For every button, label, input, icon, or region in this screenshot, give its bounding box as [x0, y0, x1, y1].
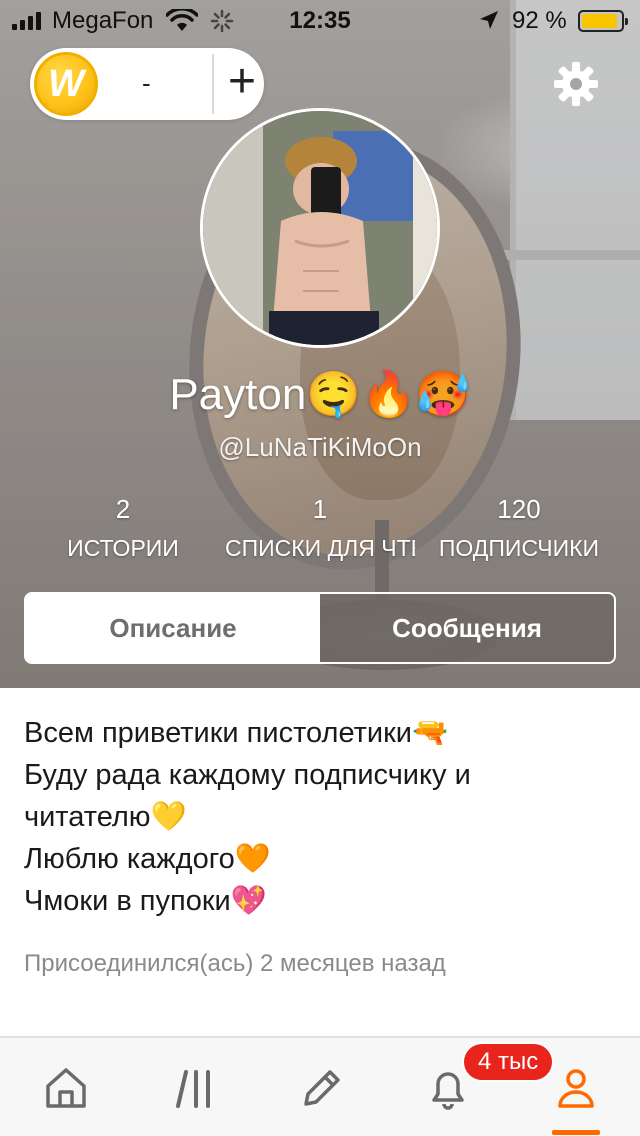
- coin-count: -: [142, 68, 151, 98]
- profile-icon: [558, 1069, 594, 1108]
- battery-icon: [578, 10, 628, 32]
- stat-label: ПОДПИСЧИКИ: [438, 535, 600, 561]
- display-name: Payton🤤🔥🥵: [169, 370, 471, 419]
- status-bar: MegaFon 12:35 92 %: [0, 0, 640, 40]
- profile-bio: Всем приветики пистолетики🔫 Буду рада ка…: [24, 712, 620, 922]
- stat-value: 1: [312, 494, 328, 524]
- gear-icon[interactable]: [552, 60, 600, 108]
- bio-line: Люблю каждого🧡: [24, 843, 271, 875]
- location-arrow-icon: [480, 11, 498, 29]
- profile-tabs: Описание Сообщения: [24, 592, 616, 664]
- notification-badge: 4 тыс: [462, 1042, 555, 1082]
- bio-line: Чмоки в пупоки💖: [24, 885, 267, 917]
- active-tab-indicator: [552, 1130, 600, 1135]
- tab-description[interactable]: Описание: [26, 594, 320, 662]
- joined-date: Присоединился(ась) 2 месяцев назад: [24, 950, 446, 977]
- nav-home[interactable]: [36, 1058, 96, 1118]
- bio-line: Всем приветики пистолетики🔫: [24, 717, 449, 749]
- avatar[interactable]: [200, 108, 440, 348]
- bio-line: Буду рада каждому подписчику и: [24, 759, 471, 791]
- add-coins-button[interactable]: +: [220, 56, 264, 112]
- tab-messages[interactable]: Сообщения: [320, 594, 614, 662]
- stat-label: СПИСКИ ДЛЯ ЧТЕНИЯ: [225, 535, 415, 561]
- stat-value: 2: [115, 494, 131, 524]
- stat-label: ИСТОРИИ: [67, 535, 179, 561]
- stat-followers[interactable]: 120 ПОДПИСЧИКИ: [424, 494, 614, 562]
- nav-library[interactable]: [164, 1058, 224, 1118]
- library-icon: [176, 1070, 210, 1108]
- stat-value: 120: [497, 494, 541, 524]
- battery-percent: 92 %: [512, 7, 567, 34]
- username: @LuNaTiKiMoOn: [218, 432, 422, 462]
- coins-pill: W - +: [30, 48, 264, 120]
- avatar-photo: [203, 111, 437, 345]
- coin-divider: [212, 54, 214, 114]
- profile-header: MegaFon 12:35 92 % W - + Payton🤤🔥🥵 @LuNa…: [0, 0, 640, 688]
- battery-fill: [582, 14, 617, 28]
- stat-stories[interactable]: 2 ИСТОРИИ: [28, 494, 218, 562]
- home-icon: [46, 1068, 86, 1108]
- stat-reading-lists[interactable]: 1 СПИСКИ ДЛЯ ЧТЕНИЯ: [225, 494, 415, 562]
- pencil-icon: [304, 1070, 340, 1106]
- coin-icon[interactable]: W: [34, 52, 98, 116]
- nav-profile[interactable]: [546, 1058, 606, 1118]
- nav-write[interactable]: [290, 1058, 350, 1118]
- bio-line: читателю💛: [24, 801, 187, 833]
